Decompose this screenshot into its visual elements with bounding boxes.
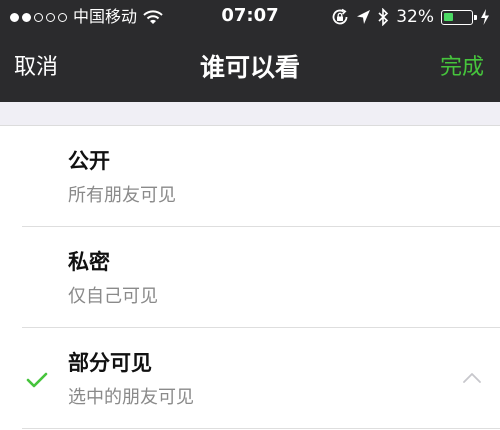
status-right: 32% (331, 6, 490, 28)
battery-percent: 32% (396, 7, 434, 27)
done-button[interactable]: 完成 (440, 54, 484, 82)
option-description: 所有朋友可见 (68, 185, 176, 206)
charging-bolt-icon (481, 9, 489, 25)
option-description: 选中的朋友可见 (68, 387, 194, 408)
option-public[interactable]: 公开 所有朋友可见 (0, 126, 500, 227)
bluetooth-icon (378, 8, 389, 26)
option-label: 部分可见 (68, 351, 152, 375)
rotation-lock-icon (332, 8, 348, 25)
option-label: 公开 (68, 149, 110, 173)
location-arrow-icon (357, 9, 371, 24)
option-label: 私密 (68, 250, 110, 274)
battery-level-fill (444, 12, 453, 21)
chevron-up-icon[interactable] (462, 372, 482, 384)
divider (22, 428, 500, 429)
visibility-options-list: 公开 所有朋友可见 私密 仅自己可见 部分可见 选中的朋友可见 (0, 125, 500, 430)
battery-icon (441, 9, 477, 25)
option-private[interactable]: 私密 仅自己可见 (0, 227, 500, 328)
battery-nub (474, 14, 477, 20)
top-bar: 中国移动 07:07 32% 取消 谁可以看 完成 (0, 0, 500, 102)
option-partial[interactable]: 部分可见 选中的朋友可见 (0, 328, 500, 429)
option-description: 仅自己可见 (68, 286, 158, 307)
status-bar: 中国移动 07:07 32% (0, 0, 500, 34)
page-title: 谁可以看 (199, 53, 300, 82)
checkmark-icon (26, 372, 48, 388)
navigation-bar: 取消 谁可以看 完成 (0, 40, 500, 96)
